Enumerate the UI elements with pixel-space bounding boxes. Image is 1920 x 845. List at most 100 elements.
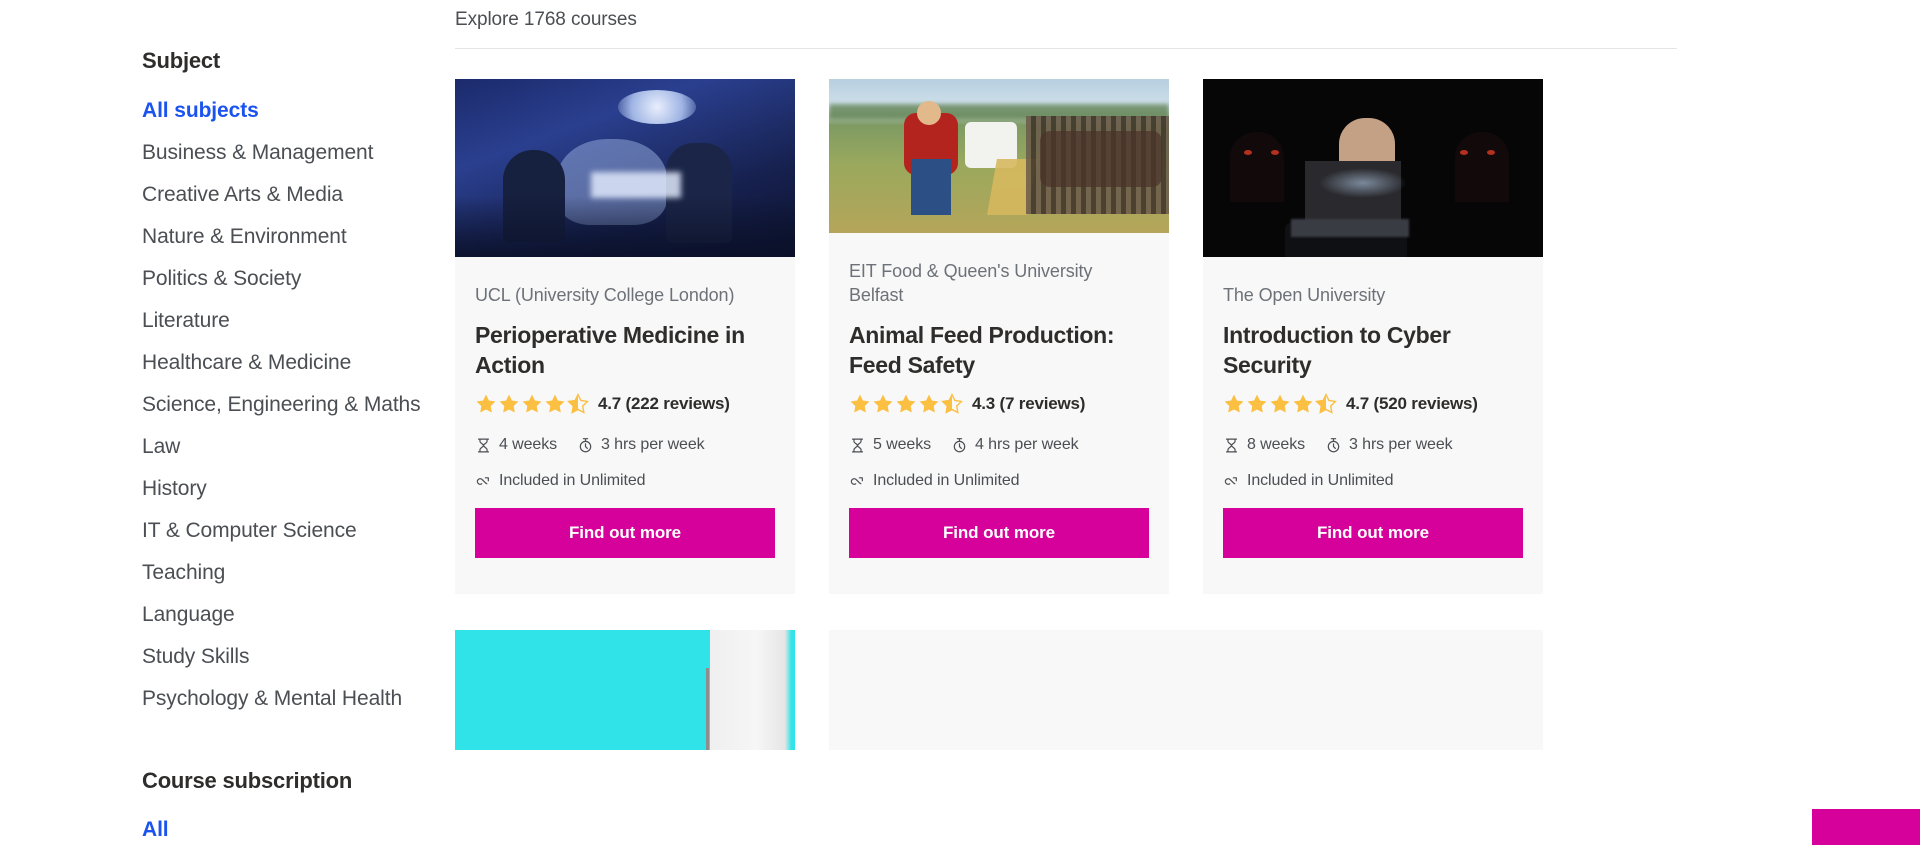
course-provider: EIT Food & Queen's University Belfast xyxy=(849,260,1093,305)
course-card-placeholder[interactable] xyxy=(829,630,1543,750)
course-effort: 3 hrs per week xyxy=(1325,436,1453,454)
cyan-photo-pane xyxy=(710,630,795,750)
subscription-facet: Course subscription All xyxy=(142,768,455,845)
facet-item-label: All subjects xyxy=(142,99,259,122)
facet-subject-psychology-mental-health[interactable]: Psychology & Mental Health xyxy=(142,688,455,730)
rating-label: 4.7 (222 reviews) xyxy=(598,393,730,413)
filters-sidebar: Subject All subjects Business & Managemen… xyxy=(0,0,455,845)
star-rating xyxy=(849,393,963,414)
course-effort: 4 hrs per week xyxy=(951,436,1079,454)
facet-item-label: Language xyxy=(142,603,235,626)
hourglass-icon xyxy=(851,438,864,452)
star-full-icon xyxy=(873,394,893,413)
star-rating xyxy=(475,393,589,414)
cyan-notebook-photo xyxy=(455,630,795,750)
facet-subject-it-computer-science[interactable]: IT & Computer Science xyxy=(142,520,455,562)
cyan-photo-stem xyxy=(706,668,709,750)
facet-item-label: Creative Arts & Media xyxy=(142,183,343,206)
hourglass-icon xyxy=(477,438,490,452)
course-card[interactable]: EIT Food & Queen's University Belfast Ani… xyxy=(829,79,1169,594)
course-card-body: UCL (University College London) Periopera… xyxy=(455,257,795,594)
facet-item-label: Literature xyxy=(142,309,230,332)
facet-item-label: All xyxy=(142,818,169,841)
star-full-icon xyxy=(919,394,939,413)
hacker-at-laptop-photo xyxy=(1203,79,1543,257)
stopwatch-icon xyxy=(953,437,966,452)
facet-subject-law[interactable]: Law xyxy=(142,436,455,478)
operating-theatre-photo xyxy=(455,79,795,257)
course-duration-label: 8 weeks xyxy=(1247,436,1305,453)
course-unlimited-label: Included in Unlimited xyxy=(873,472,1020,489)
course-rating: 4.7 (222 reviews) xyxy=(475,393,775,414)
course-card[interactable]: UCL (University College London) Periopera… xyxy=(455,79,795,594)
facet-item-label: IT & Computer Science xyxy=(142,519,357,542)
rating-label: 4.3 (7 reviews) xyxy=(972,393,1086,413)
course-meta-unlimited-row: Included in Unlimited xyxy=(849,472,1149,490)
course-card-body: EIT Food & Queen's University Belfast Ani… xyxy=(829,233,1169,594)
subscription-facet-title: Course subscription xyxy=(142,768,353,793)
course-unlimited-label: Included in Unlimited xyxy=(1247,472,1394,489)
facet-subject-study-skills[interactable]: Study Skills xyxy=(142,646,455,688)
star-full-icon xyxy=(896,394,916,413)
course-rating: 4.3 (7 reviews) xyxy=(849,393,1149,414)
course-card-partial[interactable] xyxy=(455,630,795,750)
subject-facet: Subject All subjects Business & Managemen… xyxy=(142,48,455,730)
facet-subject-nature-environment[interactable]: Nature & Environment xyxy=(142,226,455,268)
facet-subject-creative-arts-media[interactable]: Creative Arts & Media xyxy=(142,184,455,226)
facet-item-label: Teaching xyxy=(142,561,226,584)
course-duration: 4 weeks xyxy=(475,436,557,454)
facet-subject-history[interactable]: History xyxy=(142,478,455,520)
star-half-icon xyxy=(567,393,589,414)
facet-item-label: Nature & Environment xyxy=(142,225,347,248)
course-title[interactable]: Introduction to Cyber Security xyxy=(1223,321,1523,381)
facet-subscription-all[interactable]: All xyxy=(142,819,455,845)
farmer-feeding-cattle-photo xyxy=(829,79,1169,233)
course-duration: 5 weeks xyxy=(849,436,931,454)
course-meta-duration-row: 8 weeks 3 hrs per week xyxy=(1223,436,1523,454)
find-out-more-button[interactable]: Find out more xyxy=(1223,508,1523,558)
course-duration: 8 weeks xyxy=(1223,436,1305,454)
facet-subject-science-engineering-maths[interactable]: Science, Engineering & Maths xyxy=(142,394,455,436)
facet-item-label: Politics & Society xyxy=(142,267,302,290)
course-title[interactable]: Perioperative Medicine in Action xyxy=(475,321,775,381)
course-effort-label: 4 hrs per week xyxy=(975,436,1079,453)
facet-item-label: Healthcare & Medicine xyxy=(142,351,352,374)
star-full-icon xyxy=(522,394,542,413)
facet-subject-teaching[interactable]: Teaching xyxy=(142,562,455,604)
star-full-icon xyxy=(1270,394,1290,413)
course-duration-label: 4 weeks xyxy=(499,436,557,453)
facet-subject-healthcare-medicine[interactable]: Healthcare & Medicine xyxy=(142,352,455,394)
course-meta-duration-row: 5 weeks 4 hrs per week xyxy=(849,436,1149,454)
results-count-label: Explore 1768 courses xyxy=(455,9,637,30)
facet-item-label: Law xyxy=(142,435,181,458)
rating-label: 4.7 (520 reviews) xyxy=(1346,393,1478,413)
find-out-more-button[interactable]: Find out more xyxy=(849,508,1149,558)
results-main: Explore 1768 courses UCL (University Col… xyxy=(455,0,1920,845)
facet-subject-literature[interactable]: Literature xyxy=(142,310,455,352)
unlimited-infinity-icon xyxy=(476,476,489,485)
facet-subject-politics-society[interactable]: Politics & Society xyxy=(142,268,455,310)
floating-help-widget[interactable] xyxy=(1812,809,1920,845)
facet-item-label: Study Skills xyxy=(142,645,250,668)
facet-subject-business-management[interactable]: Business & Management xyxy=(142,142,455,184)
course-unlimited: Included in Unlimited xyxy=(1223,472,1394,490)
facet-subject-language[interactable]: Language xyxy=(142,604,455,646)
star-full-icon xyxy=(476,394,496,413)
course-catalogue-page: Subject All subjects Business & Managemen… xyxy=(0,0,1920,845)
subject-facet-list: All subjects Business & Management Creativ… xyxy=(142,100,455,730)
course-card[interactable]: The Open University Introduction to Cyber… xyxy=(1203,79,1543,594)
facet-subject-all-subjects[interactable]: All subjects xyxy=(142,100,455,142)
course-duration-label: 5 weeks xyxy=(873,436,931,453)
course-effort-label: 3 hrs per week xyxy=(601,436,705,453)
course-rating: 4.7 (520 reviews) xyxy=(1223,393,1523,414)
star-full-icon xyxy=(1293,394,1313,413)
course-effort: 3 hrs per week xyxy=(577,436,705,454)
find-out-more-button[interactable]: Find out more xyxy=(475,508,775,558)
facet-item-label: Business & Management xyxy=(142,141,374,164)
course-unlimited-label: Included in Unlimited xyxy=(499,472,646,489)
star-full-icon xyxy=(545,394,565,413)
star-full-icon xyxy=(1224,394,1244,413)
star-full-icon xyxy=(499,394,519,413)
course-title[interactable]: Animal Feed Production: Feed Safety xyxy=(849,321,1149,381)
course-unlimited: Included in Unlimited xyxy=(849,472,1020,490)
